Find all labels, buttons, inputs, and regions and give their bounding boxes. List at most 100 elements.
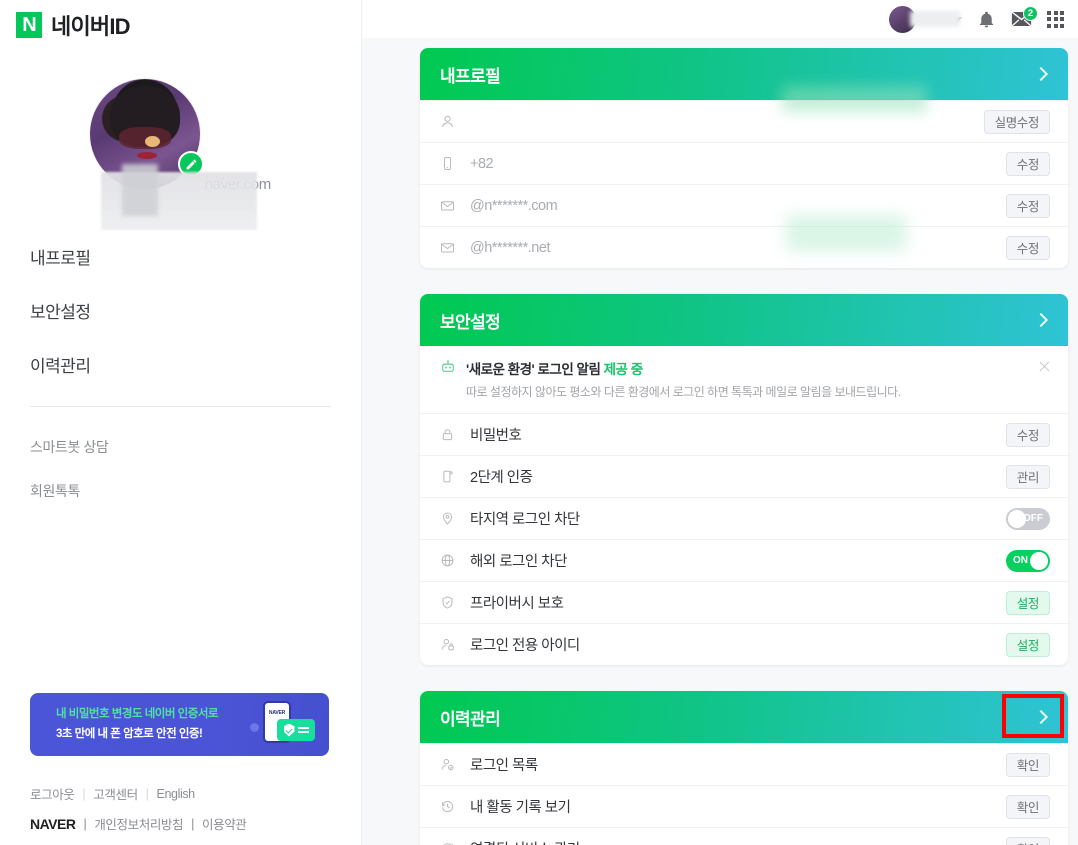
view-activity-log-button[interactable]: 확인 bbox=[1005, 794, 1050, 819]
lock-icon bbox=[440, 427, 460, 442]
row-login-only-id[interactable]: 로그인 전용 아이디 설정 bbox=[420, 623, 1068, 665]
row-phone[interactable]: +82 수정 bbox=[420, 142, 1068, 184]
card-security-settings: 보안설정 '새로운 환경' 로그인 알림 제공 중 따로 설정하지 않아도 평소… bbox=[420, 294, 1068, 665]
footer-link-privacy[interactable]: 개인정보처리방침 bbox=[94, 814, 183, 833]
footer-link-english[interactable]: English bbox=[157, 787, 196, 801]
mail-unread-badge: 2 bbox=[1023, 6, 1038, 21]
row-label: 로그인 전용 아이디 bbox=[470, 638, 580, 654]
row-my-activity-log[interactable]: 내 활동 기록 보기 확인 bbox=[420, 785, 1068, 827]
chevron-right-icon bbox=[1033, 709, 1049, 725]
card-header-security[interactable]: 보안설정 bbox=[420, 294, 1068, 346]
naver-id-logo[interactable]: N 네이버ID bbox=[0, 0, 361, 41]
toggle-block-overseas-login[interactable]: ON bbox=[1006, 549, 1050, 572]
footer-separator-4: | bbox=[191, 816, 194, 831]
row-email-secondary[interactable]: @h*******.net 수정 bbox=[420, 226, 1068, 268]
new-environment-notice: '새로운 환경' 로그인 알림 제공 중 따로 설정하지 않아도 평소와 다른 … bbox=[420, 346, 1068, 413]
row-real-name[interactable]: 실명수정 bbox=[420, 100, 1068, 142]
manage-connected-services-button[interactable]: 확인 bbox=[1005, 836, 1050, 845]
toggle-knob bbox=[1030, 551, 1048, 570]
sidebar-item-security[interactable]: 보안설정 bbox=[30, 298, 361, 323]
footer-separator-1: | bbox=[82, 786, 86, 801]
cards-container: 내프로필 실명수정 +82 수정 @n*******.com 수정 @h****… bbox=[362, 38, 1078, 845]
person-check-icon bbox=[440, 757, 460, 772]
edit-email-secondary-button[interactable]: 수정 bbox=[1005, 235, 1050, 260]
pencil-glyph bbox=[186, 159, 196, 169]
naver-n-logo-icon: N bbox=[16, 12, 42, 38]
location-pin-icon bbox=[440, 511, 460, 526]
mail-icon bbox=[440, 198, 460, 213]
row-label: 프라이버시 보호 bbox=[470, 596, 564, 612]
footer-links: 로그아웃 | 고객센터 | English bbox=[30, 784, 195, 803]
apps-grid-button[interactable] bbox=[1047, 10, 1064, 28]
card-title: 이력관리 bbox=[440, 709, 501, 729]
row-block-overseas-login[interactable]: 해외 로그인 차단 ON bbox=[420, 539, 1068, 581]
row-label: 2단계 인증 bbox=[470, 470, 533, 486]
footer-link-terms[interactable]: 이용약관 bbox=[202, 814, 247, 833]
top-bar: 2 bbox=[362, 0, 1078, 38]
promo-banner[interactable]: 내 비밀번호 변경도 네이버 인증서로 3초 만에 내 폰 암호로 안전 인증!… bbox=[30, 693, 329, 756]
refresh-icon bbox=[440, 841, 460, 845]
main-content: 2 내프로필 실명수정 +82 수정 @n*******.com 수정 @h**… bbox=[362, 0, 1078, 845]
row-label: 내 활동 기록 보기 bbox=[470, 800, 571, 816]
sidebar-item-history[interactable]: 이력관리 bbox=[30, 352, 361, 377]
sidebar-nav: 내프로필 보안설정 이력관리 bbox=[0, 244, 361, 377]
card-my-profile: 내프로필 실명수정 +82 수정 @n*******.com 수정 @h****… bbox=[420, 48, 1068, 268]
edit-password-button[interactable]: 수정 bbox=[1005, 422, 1050, 447]
notice-title-prefix: '새로운 환경' 로그인 알림 bbox=[466, 362, 604, 377]
row-label: 비밀번호 bbox=[470, 428, 522, 444]
notice-title: '새로운 환경' 로그인 알림 제공 중 bbox=[466, 358, 901, 378]
certificate-card-icon bbox=[277, 719, 315, 741]
sidebar-item-my-profile[interactable]: 내프로필 bbox=[30, 244, 361, 269]
privacy-protection-settings-button[interactable]: 설정 bbox=[1005, 590, 1050, 615]
row-password[interactable]: 비밀번호 수정 bbox=[420, 413, 1068, 455]
sidebar-subnav: 스마트봇 상담 회원톡톡 bbox=[0, 437, 361, 501]
sidebar-item-smartbot[interactable]: 스마트봇 상담 bbox=[30, 437, 361, 457]
row-label: 타지역 로그인 차단 bbox=[470, 512, 580, 528]
sidebar-item-member-talk[interactable]: 회원톡톡 bbox=[30, 481, 361, 501]
card-header-my-profile[interactable]: 내프로필 bbox=[420, 48, 1068, 100]
row-label: @n*******.com bbox=[470, 197, 558, 214]
edit-phone-button[interactable]: 수정 bbox=[1005, 151, 1050, 176]
profile-id-mask-2 bbox=[122, 164, 158, 216]
footer-bottom: NAVER | 개인정보처리방침 | 이용약관 bbox=[30, 814, 247, 833]
row-block-other-region-login[interactable]: 타지역 로그인 차단 OFF bbox=[420, 497, 1068, 539]
row-two-factor-auth[interactable]: 2단계 인증 관리 bbox=[420, 455, 1068, 497]
card-lines-icon bbox=[297, 727, 309, 733]
mail-button[interactable]: 2 bbox=[1011, 6, 1038, 27]
edit-email-primary-button[interactable]: 수정 bbox=[1005, 193, 1050, 218]
card-header-history[interactable]: 이력관리 bbox=[420, 691, 1068, 743]
chevron-right-icon bbox=[1033, 66, 1049, 82]
row-email-primary[interactable]: @n*******.com 수정 bbox=[420, 184, 1068, 226]
row-label: 해외 로그인 차단 bbox=[470, 554, 567, 570]
bot-icon bbox=[440, 359, 458, 380]
edit-real-name-button[interactable]: 실명수정 bbox=[983, 109, 1050, 134]
row-login-list[interactable]: 로그인 목록 확인 bbox=[420, 743, 1068, 785]
row-privacy-protection[interactable]: 프라이버시 보호 설정 bbox=[420, 581, 1068, 623]
card-title: 내프로필 bbox=[440, 66, 501, 86]
mail-icon bbox=[440, 240, 460, 255]
view-login-list-button[interactable]: 확인 bbox=[1005, 752, 1050, 777]
row-label: +82 bbox=[470, 155, 494, 172]
logo-text: 네이버ID bbox=[51, 14, 131, 39]
close-icon[interactable] bbox=[1038, 360, 1051, 373]
sidebar: N 네이버ID naver.com 내프로필 보안설정 이력관 bbox=[0, 0, 362, 845]
promo-line-2: 3초 만에 내 폰 암호로 안전 인증! bbox=[56, 728, 203, 740]
chevron-right-icon bbox=[1033, 312, 1049, 328]
footer-link-help-center[interactable]: 고객센터 bbox=[93, 784, 138, 803]
login-only-id-settings-button[interactable]: 설정 bbox=[1005, 632, 1050, 657]
apps-grid-icon bbox=[1047, 10, 1064, 28]
manage-two-factor-button[interactable]: 관리 bbox=[1005, 464, 1050, 489]
row-label: @h*******.net bbox=[470, 239, 550, 256]
history-clock-icon bbox=[440, 799, 460, 814]
account-menu[interactable] bbox=[889, 5, 962, 33]
card-title: 보안설정 bbox=[440, 312, 501, 332]
promo-dot-large bbox=[250, 723, 259, 732]
bell-icon bbox=[979, 11, 994, 27]
footer-link-logout[interactable]: 로그아웃 bbox=[30, 784, 75, 803]
notification-bell-button[interactable] bbox=[977, 10, 996, 29]
notice-status: 제공 중 bbox=[603, 362, 644, 377]
avatar-eye bbox=[145, 136, 161, 148]
row-label: 로그인 목록 bbox=[470, 758, 538, 774]
row-connected-services[interactable]: 연결된 서비스 관리 확인 bbox=[420, 827, 1068, 845]
toggle-block-other-region-login[interactable]: OFF bbox=[1006, 507, 1050, 530]
